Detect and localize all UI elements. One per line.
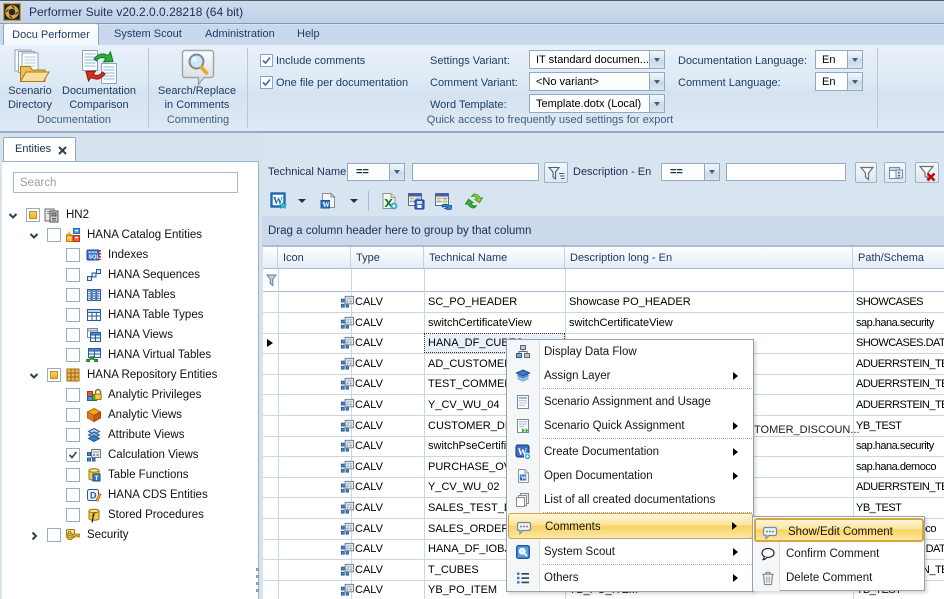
svg-text:D: D bbox=[90, 491, 97, 501]
svg-text:T: T bbox=[95, 476, 99, 482]
svg-text:SQL: SQL bbox=[89, 255, 101, 261]
svg-text:W: W bbox=[322, 200, 330, 209]
svg-text:W: W bbox=[521, 476, 527, 482]
